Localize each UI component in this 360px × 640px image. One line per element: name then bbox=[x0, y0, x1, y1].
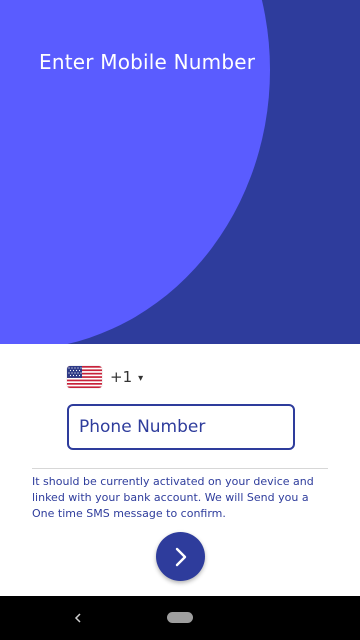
chevron-right-icon bbox=[175, 547, 186, 566]
us-flag-icon bbox=[67, 366, 102, 388]
divider bbox=[32, 468, 328, 469]
next-button[interactable] bbox=[156, 532, 205, 581]
phone-number-input[interactable] bbox=[69, 406, 293, 448]
dial-code: +1 bbox=[110, 368, 133, 386]
info-text: It should be currently activated on your… bbox=[32, 475, 314, 520]
home-pill-icon[interactable] bbox=[167, 612, 193, 623]
back-triangle-icon[interactable] bbox=[71, 608, 85, 628]
country-code-selector[interactable]: +1 ▾ bbox=[67, 366, 143, 388]
phone-number-field[interactable] bbox=[67, 404, 295, 450]
dropdown-caret-icon: ▾ bbox=[138, 372, 144, 384]
page-title: Enter Mobile Number bbox=[39, 50, 256, 74]
header-hero: Enter Mobile Number bbox=[0, 0, 360, 344]
